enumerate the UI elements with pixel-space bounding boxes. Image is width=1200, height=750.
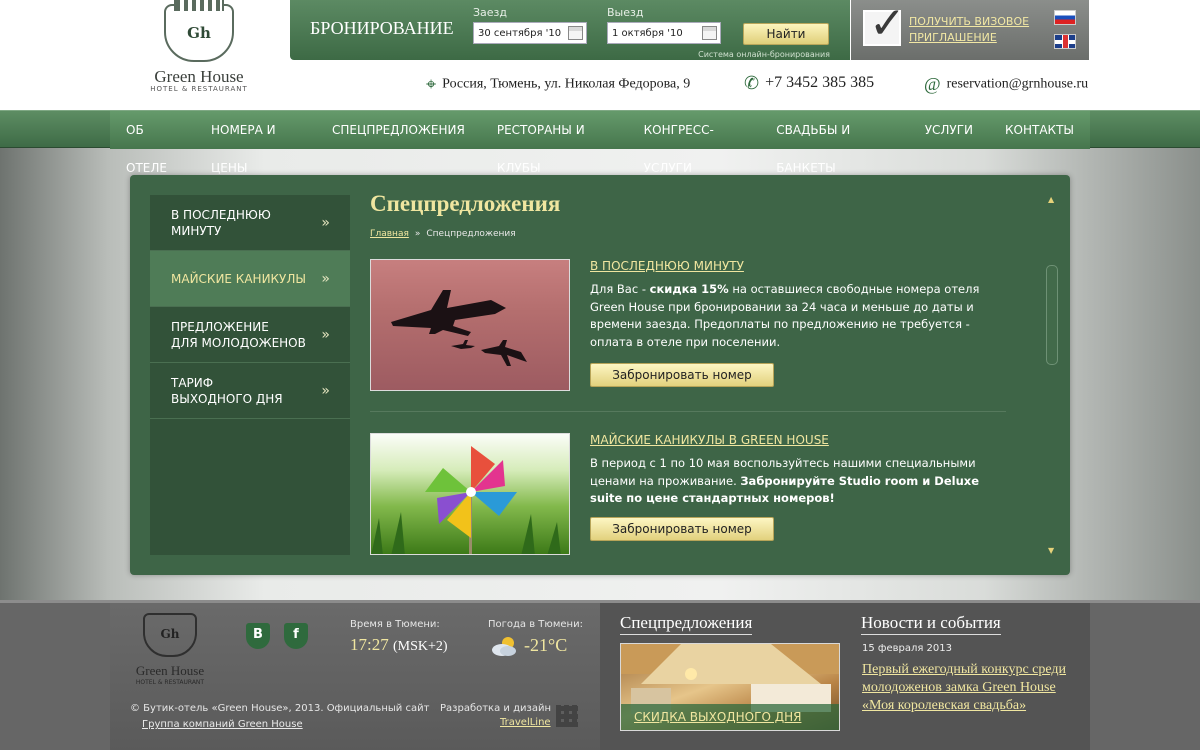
- offer-title[interactable]: МАЙСКИЕ КАНИКУЛЫ В GREEN HOUSE: [590, 433, 829, 447]
- calendar-icon[interactable]: [702, 26, 717, 40]
- checkin-label: Заезд: [473, 6, 508, 19]
- phone-icon: ✆: [744, 73, 760, 93]
- book-room-button[interactable]: Забронировать номер: [590, 363, 774, 387]
- weather-cloud-sun-icon: [492, 637, 516, 656]
- phone: ✆ +7 3452 385 385: [744, 73, 875, 93]
- russian-flag-icon[interactable]: [1054, 10, 1076, 25]
- page-title: Спецпредложения: [370, 191, 561, 216]
- checkmark-icon: [863, 0, 906, 49]
- breadcrumb-current: Спецпредложения: [426, 229, 516, 239]
- english-flag-icon[interactable]: [1054, 34, 1076, 49]
- language-switcher: [1041, 0, 1089, 60]
- footer-highlights: Спецпредложения СКИДКА ВЫХОДНОГО ДНЯ Нов…: [600, 603, 1090, 750]
- nav-item-services[interactable]: УСЛУГИ: [909, 111, 989, 149]
- sidebar-item-weekend-rate[interactable]: ТАРИФ ВЫХОДНОГО ДНЯ: [150, 363, 350, 419]
- footer-logo-subtitle: HOTEL & RESTAURANT: [135, 679, 205, 686]
- special-offer-image[interactable]: СКИДКА ВЫХОДНОГО ДНЯ: [620, 643, 840, 731]
- logo[interactable]: Gh Green House HOTEL & RESTAURANT: [146, 0, 252, 102]
- main-panel: В ПОСЛЕДНЮЮМИНУТУ МАЙСКИЕ КАНИКУЛЫ ПРЕДЛ…: [130, 175, 1070, 575]
- booking-system-note: Система онлайн-бронирования: [698, 50, 830, 59]
- offer-card: В ПОСЛЕДНЮЮ МИНУТУ Для Вас - скидка 15% …: [370, 259, 1010, 409]
- email[interactable]: @ reservation@grnhouse.ru: [924, 74, 1088, 95]
- facebook-icon[interactable]: f: [284, 623, 308, 649]
- scroll-down-icon[interactable]: ▼: [1048, 546, 1054, 555]
- travelline-logo-icon[interactable]: [556, 705, 578, 727]
- checkout-field: Выезд 1 октября '10: [607, 6, 721, 44]
- logo-crest-icon: Gh: [164, 0, 234, 62]
- sidebar-item-last-minute[interactable]: В ПОСЛЕДНЮЮ МИНУТУ: [150, 195, 350, 251]
- nav-item-about[interactable]: ОБ ОТЕЛЕ: [110, 111, 195, 175]
- calendar-icon[interactable]: [568, 26, 583, 40]
- offer-image-pinwheel[interactable]: [370, 433, 570, 555]
- footer-logo[interactable]: Gh Green House HOTEL & RESTAURANT: [130, 613, 210, 697]
- logo-crest-icon: Gh: [143, 613, 197, 657]
- footer-logo-name: Green House: [135, 663, 205, 678]
- news-date: 15 февраля 2013: [862, 643, 953, 654]
- offer-text: В период с 1 по 10 мая воспользуйтесь на…: [590, 456, 979, 505]
- time-label: Время в Тюмени:: [350, 619, 440, 630]
- sidebar-menu: В ПОСЛЕДНЮЮМИНУТУ МАЙСКИЕ КАНИКУЛЫ ПРЕДЛ…: [150, 195, 350, 555]
- developer-link[interactable]: TravelLine: [500, 717, 551, 728]
- offer-text: Для Вас - скидка 15% на оставшиеся свобо…: [590, 282, 980, 349]
- nav-item-restaurants[interactable]: РЕСТОРАНЫ И КЛУБЫ: [481, 111, 628, 175]
- visa-invitation-link[interactable]: ПОЛУЧИТЬ ВИЗОВОЕ ПРИГЛАШЕНИЕ: [909, 14, 1029, 46]
- content: Спецпредложения Главная» Спецпредложения …: [370, 175, 1050, 575]
- address: ⌖ Россия, Тюмень, ул. Николая Федорова, 9: [426, 74, 691, 94]
- nav-item-contacts[interactable]: КОНТАКТЫ: [989, 111, 1090, 149]
- vk-icon[interactable]: B: [246, 623, 270, 649]
- weather-value: -21°C: [524, 635, 568, 655]
- booking-title: БРОНИРОВАНИЕ: [310, 18, 454, 38]
- weather-label: Погода в Тюмени:: [488, 619, 583, 630]
- breadcrumb-home-link[interactable]: Главная: [370, 229, 409, 239]
- sidebar-item-newlyweds[interactable]: ПРЕДЛОЖЕНИЕ ДЛЯ МОЛОДОЖЕНОВ: [150, 307, 350, 363]
- nav-item-offers[interactable]: СПЕЦПРЕДЛОЖЕНИЯ: [316, 111, 481, 149]
- news-link[interactable]: Первый ежегодный конкурс среди молодожен…: [862, 661, 1082, 715]
- news-heading[interactable]: Новости и события: [861, 613, 1001, 635]
- offer-title[interactable]: В ПОСЛЕДНЮЮ МИНУТУ: [590, 259, 744, 273]
- offer-image-airplanes[interactable]: [370, 259, 570, 391]
- find-button[interactable]: Найти: [743, 23, 829, 45]
- logo-subtitle: HOTEL & RESTAURANT: [150, 85, 248, 93]
- special-offer-link[interactable]: СКИДКА ВЫХОДНОГО ДНЯ: [621, 704, 839, 730]
- special-offers-heading[interactable]: Спецпредложения: [620, 613, 753, 635]
- scroll-thumb[interactable]: [1046, 265, 1058, 365]
- logo-name: Green House: [154, 67, 244, 86]
- time-value: 17:27 (MSK+2): [350, 635, 448, 654]
- book-room-button[interactable]: Забронировать номер: [590, 517, 774, 541]
- group-link[interactable]: Группа компаний Green House: [142, 719, 303, 730]
- visa-invitation: ПОЛУЧИТЬ ВИЗОВОЕПРИГЛАШЕНИЕ: [851, 0, 1041, 60]
- copyright: © Бутик-отель «Green House», 2013. Офици…: [130, 703, 430, 714]
- breadcrumb: Главная» Спецпредложения: [370, 229, 516, 239]
- header: Gh Green House HOTEL & RESTAURANT БРОНИР…: [0, 0, 1200, 110]
- checkin-input[interactable]: 30 сентября '10: [473, 22, 587, 44]
- main-nav: ОБ ОТЕЛЕ НОМЕРА И ЦЕНЫ СПЕЦПРЕДЛОЖЕНИЯ Р…: [0, 110, 1200, 175]
- nav-item-rooms[interactable]: НОМЕРА И ЦЕНЫ: [195, 111, 316, 175]
- sidebar-item-may-holidays[interactable]: МАЙСКИЕ КАНИКУЛЫ: [150, 251, 350, 307]
- offer-card: МАЙСКИЕ КАНИКУЛЫ В GREEN HOUSE В период …: [370, 433, 1010, 575]
- booking-widget: БРОНИРОВАНИЕ Заезд 30 сентября '10 Выезд…: [290, 0, 850, 60]
- scrollbar[interactable]: ▲ ▼: [1046, 195, 1058, 555]
- at-sign-icon: @: [924, 74, 941, 94]
- map-pin-icon: ⌖: [426, 74, 437, 94]
- checkout-input[interactable]: 1 октября '10: [607, 22, 721, 44]
- nav-item-congress[interactable]: КОНГРЕСС-УСЛУГИ: [628, 111, 761, 175]
- scroll-up-icon[interactable]: ▲: [1048, 195, 1054, 204]
- footer-info: Gh Green House HOTEL & RESTAURANT B f Вр…: [110, 603, 600, 750]
- divider: [370, 411, 1006, 412]
- checkin-field: Заезд 30 сентября '10: [473, 6, 587, 44]
- footer: Gh Green House HOTEL & RESTAURANT B f Вр…: [0, 600, 1200, 750]
- checkout-label: Выезд: [607, 6, 644, 19]
- developer-label: Разработка и дизайн: [440, 703, 551, 714]
- nav-item-weddings[interactable]: СВАДЬБЫ И БАНКЕТЫ: [760, 111, 909, 175]
